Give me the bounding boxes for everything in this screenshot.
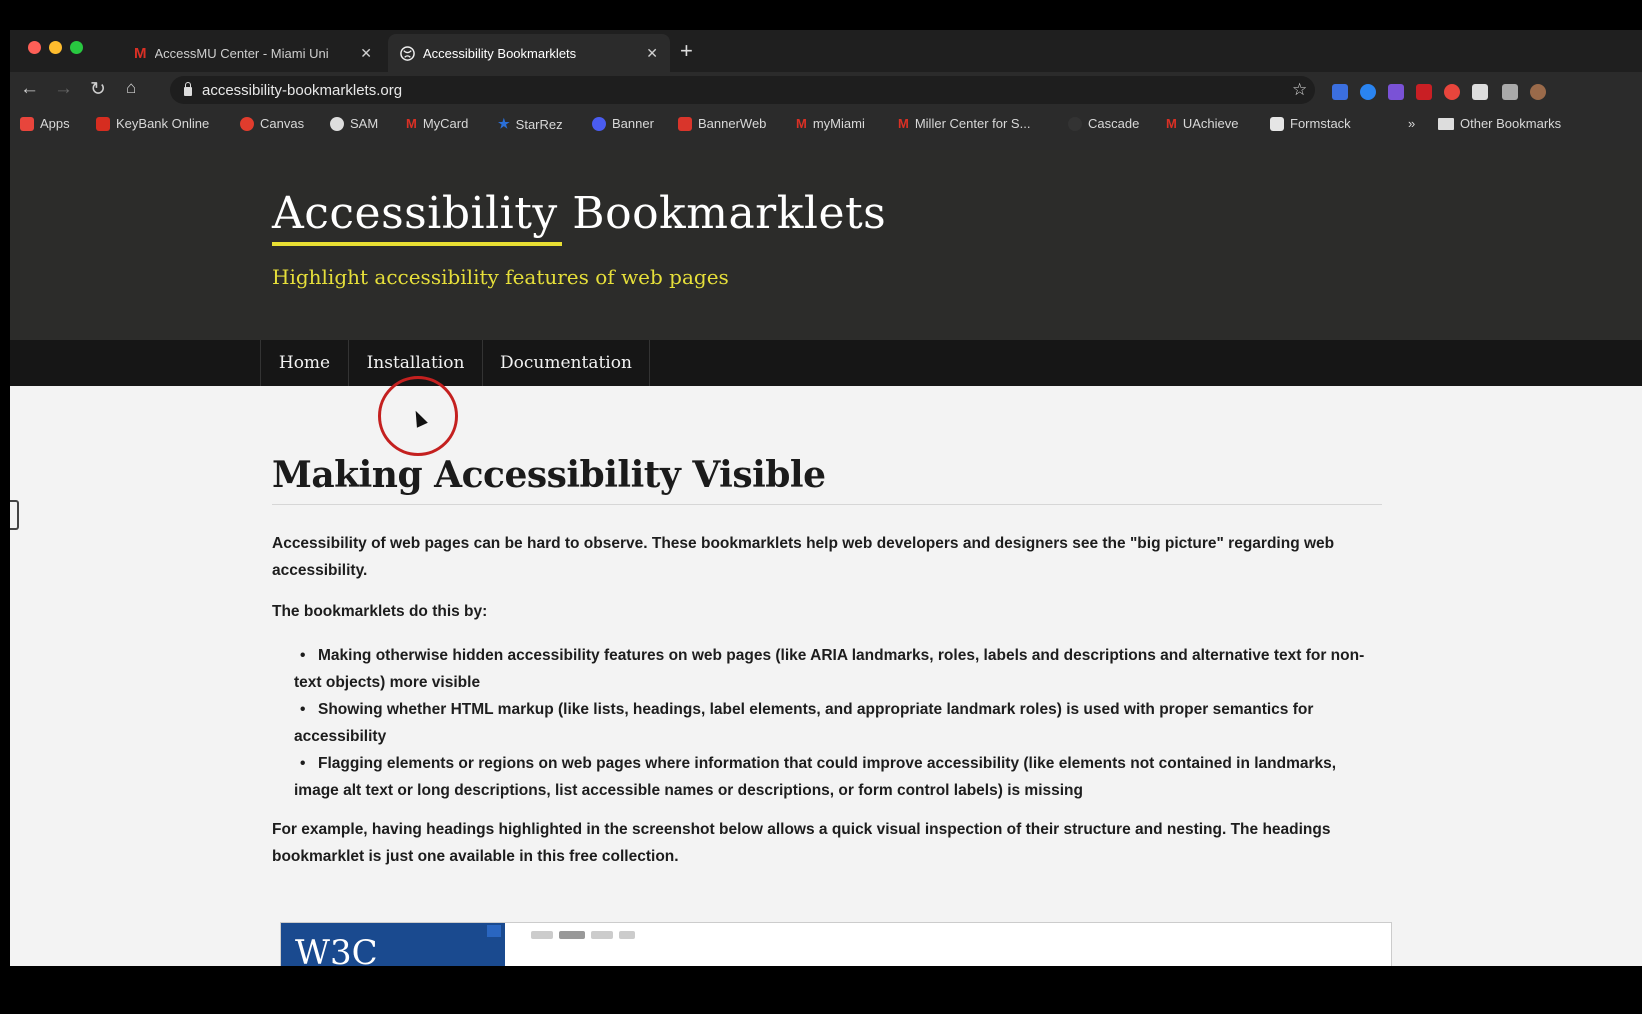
tab-title: AccessMU Center - Miami Uni [154, 45, 329, 61]
gmail-icon: M [796, 116, 807, 131]
page-title: Making Accessibility Visible [272, 454, 826, 496]
site-header: Accessibility Bookmarklets Highlight acc… [10, 150, 1642, 340]
bookmarks-bar: Apps KeyBank Online Canvas SAM M MyCard ★… [10, 110, 1642, 140]
bookmark-bannerweb[interactable]: BannerWeb [678, 116, 766, 131]
bookmark-cascade[interactable]: Cascade [1068, 116, 1139, 131]
bookmark-keybank[interactable]: KeyBank Online [96, 116, 209, 131]
main-content: Making Accessibility Visible Accessibili… [10, 386, 1642, 966]
tab-strip: M AccessMU Center - Miami Uni ✕ Accessib… [10, 30, 1642, 72]
globe-icon [330, 116, 344, 131]
bookmark-canvas[interactable]: Canvas [240, 116, 304, 131]
close-tab-icon[interactable]: ✕ [646, 45, 658, 62]
star-icon: ★ [498, 116, 510, 131]
w3c-logo: W3C [281, 923, 505, 966]
window-controls [28, 41, 83, 54]
minimize-window-icon[interactable] [49, 41, 62, 54]
tab-accessmu[interactable]: M AccessMU Center - Miami Uni ✕ [122, 34, 384, 72]
new-tab-icon[interactable]: + [680, 38, 693, 64]
list-item: • Showing whether HTML markup (like lists… [294, 701, 1314, 745]
gmail-icon: M [1166, 116, 1177, 131]
canvas-icon [240, 116, 254, 131]
bookmark-star-icon[interactable]: ☆ [1292, 80, 1307, 100]
bookmarks-overflow-button[interactable]: » [1408, 116, 1415, 131]
formstack-icon [1270, 116, 1284, 131]
mini-tab [559, 931, 585, 939]
bookmark-starrez[interactable]: ★ StarRez [498, 116, 563, 132]
mini-tab [591, 931, 613, 939]
globe-icon [400, 45, 415, 61]
browser-toolbar: ← → ↻ ⌂ accessibility-bookmarklets.org ☆ [10, 72, 1642, 108]
bookmark-sam[interactable]: SAM [330, 116, 378, 131]
list-item: • Flagging elements or regions on web pag… [294, 755, 1337, 799]
site-title-link[interactable]: Accessibility Bookmarklets [272, 188, 886, 239]
side-bracket [10, 500, 19, 530]
bookmark-uachieve[interactable]: M UAchieve [1166, 116, 1238, 131]
extension-icon[interactable] [1332, 84, 1348, 100]
folder-icon [1438, 117, 1454, 130]
avatar[interactable] [1530, 84, 1546, 100]
bookmark-formstack[interactable]: Formstack [1270, 116, 1351, 131]
example-paragraph: For example, having headings highlighted… [272, 821, 1331, 865]
apps-grid-icon [20, 116, 34, 131]
address-bar[interactable]: accessibility-bookmarklets.org [170, 76, 1315, 104]
mini-tab [619, 931, 635, 939]
url-text: accessibility-bookmarklets.org [202, 81, 403, 99]
lock-icon [184, 81, 192, 96]
keybank-icon [96, 116, 110, 131]
feature-list: • Making otherwise hidden accessibility f… [294, 642, 1384, 804]
example-screenshot: W3C [280, 922, 1392, 966]
nav-documentation[interactable]: Documentation [482, 340, 650, 386]
extension-icon[interactable] [1388, 84, 1404, 100]
gmail-icon: M [134, 44, 147, 62]
bannerweb-icon [678, 116, 692, 131]
back-icon[interactable]: ← [20, 78, 39, 100]
site-tagline: Highlight accessibility features of web … [272, 265, 729, 289]
bookmark-other-bookmarks[interactable]: Other Bookmarks [1438, 116, 1561, 131]
list-item: • Making otherwise hidden accessibility f… [294, 647, 1365, 691]
extension-icon[interactable] [1444, 84, 1460, 100]
extension-icon[interactable] [1416, 84, 1432, 100]
bookmark-mycard[interactable]: M MyCard [406, 116, 468, 131]
lead-paragraph: The bookmarklets do this by: [272, 603, 488, 620]
home-icon[interactable]: ⌂ [126, 78, 136, 98]
reload-icon[interactable]: ↻ [90, 78, 106, 101]
forward-icon[interactable]: → [54, 78, 73, 100]
gmail-icon: M [898, 116, 909, 131]
puzzle-icon[interactable] [1472, 84, 1488, 100]
screenshot-nav [531, 931, 651, 943]
divider [272, 504, 1382, 505]
extension-icon[interactable] [1360, 84, 1376, 100]
intro-paragraph: Accessibility of web pages can be hard t… [272, 535, 1335, 579]
close-tab-icon[interactable]: ✕ [360, 45, 372, 62]
tab-title: Accessibility Bookmarklets [423, 45, 577, 61]
browser-chrome: M AccessMU Center - Miami Uni ✕ Accessib… [10, 30, 1642, 150]
tab-accessibility-bookmarklets[interactable]: Accessibility Bookmarklets ✕ [388, 34, 670, 72]
nav-home[interactable]: Home [260, 340, 348, 386]
letterbox-bar [0, 966, 1642, 1014]
maximize-window-icon[interactable] [70, 41, 83, 54]
reading-list-icon[interactable] [1502, 84, 1518, 100]
bookmark-banner[interactable]: Banner [592, 116, 654, 131]
close-window-icon[interactable] [28, 41, 41, 54]
title-underline [272, 242, 562, 246]
bookmark-apps[interactable]: Apps [20, 116, 70, 131]
bookmark-miller-center[interactable]: M Miller Center for S... [898, 116, 1030, 131]
gmail-icon: M [406, 116, 417, 131]
cascade-icon [1068, 116, 1082, 131]
bookmark-mymiami[interactable]: MmyMiami [796, 116, 865, 131]
banner-icon [592, 116, 606, 131]
site-nav: Home Installation Documentation [10, 340, 1642, 386]
mini-tab [531, 931, 553, 939]
heading-marker [487, 925, 501, 937]
